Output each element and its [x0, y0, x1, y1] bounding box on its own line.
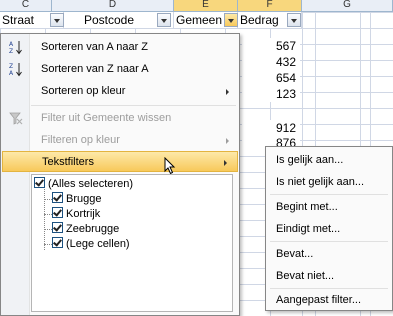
column-header-c[interactable]: C [0, 0, 52, 11]
submenu-arrow-icon [224, 160, 227, 166]
header-label-bedrag: Bedrag [240, 13, 279, 27]
cell-bedrag[interactable]: 654 [242, 70, 300, 86]
svg-text:Z: Z [9, 63, 13, 70]
menu-separator [270, 194, 388, 195]
tree-line [44, 229, 52, 230]
cell-bedrag[interactable]: 876 [242, 136, 300, 146]
value-label: Zeebrugge [66, 223, 120, 235]
menu-separator [270, 241, 388, 242]
custom-filter-item[interactable]: Aangepast filter... [276, 290, 361, 310]
sort-by-color-label: Sorteren op kleur [41, 85, 126, 97]
header-label-postcode: Postcode [84, 13, 135, 27]
tree-line [44, 244, 52, 245]
does-not-contain-item[interactable]: Bevat niet... [276, 266, 334, 286]
checkbox-checked-icon [52, 207, 63, 218]
text-filters-item[interactable]: Tekstfilters [2, 151, 238, 172]
submenu-arrow-icon [226, 138, 229, 144]
tree-line [44, 183, 45, 250]
checkbox-checked-icon [52, 222, 63, 233]
sort-z-to-a-label: Sorteren van Z naar A [41, 63, 149, 75]
value-label: Brugge [66, 193, 102, 205]
submenu-arrow-icon [226, 89, 229, 95]
clear-filter-icon [9, 112, 23, 126]
text-filters-label: Tekstfilters [42, 156, 94, 168]
tree-line [44, 199, 52, 200]
sort-descending-icon: ZA [9, 62, 23, 77]
svg-text:A: A [9, 70, 14, 77]
column-headers: C D E F G [0, 0, 393, 12]
autofilter-menu: AZ Sorteren van A naar Z ZA Sorteren van… [0, 33, 240, 316]
column-header-f[interactable]: F [238, 0, 302, 11]
svg-text:Z: Z [9, 48, 13, 55]
value-checkbox-brugge[interactable]: Brugge [52, 192, 101, 206]
sort-a-to-z-item[interactable]: AZ Sorteren van A naar Z [1, 37, 239, 58]
value-label: (Lege cellen) [66, 238, 130, 250]
menu-separator [31, 105, 236, 106]
filter-value-list[interactable]: (Alles selecteren) Brugge Kortrijk Zeebr… [31, 174, 233, 312]
clear-filter-label: Filter uit Gemeente wissen [41, 112, 172, 124]
header-label-straat: Straat [2, 13, 35, 27]
header-label-gemeente: Gemeen [176, 13, 223, 27]
svg-text:A: A [9, 41, 14, 48]
column-header-g[interactable]: G [302, 0, 393, 11]
clear-filter-item[interactable]: Filter uit Gemeente wissen [1, 108, 239, 129]
value-checkbox-blanks[interactable]: (Lege cellen) [52, 237, 130, 251]
filter-dropdown-straat[interactable] [50, 13, 64, 27]
ends-with-item[interactable]: Eindigt met... [276, 219, 340, 239]
mouse-pointer-icon [164, 157, 176, 175]
begins-with-item[interactable]: Begint met... [276, 197, 338, 217]
value-label: Kortrijk [66, 208, 101, 220]
filter-dropdown-bedrag[interactable] [287, 13, 301, 27]
tree-line [44, 214, 52, 215]
value-checkbox-zeebrugge[interactable]: Zeebrugge [52, 222, 119, 236]
filter-by-color-item[interactable]: Filteren op kleur [1, 130, 239, 151]
sort-by-color-item[interactable]: Sorteren op kleur [1, 81, 239, 102]
filter-dropdown-gemeente[interactable] [224, 13, 238, 27]
text-filters-submenu: Is gelijk aan... Is niet gelijk aan... B… [265, 146, 393, 311]
sort-ascending-icon: AZ [9, 40, 23, 55]
filter-by-color-label: Filteren op kleur [41, 134, 120, 146]
checkbox-checked-icon [52, 237, 63, 248]
sort-a-to-z-label: Sorteren van A naar Z [41, 41, 149, 53]
cell-bedrag[interactable]: 912 [242, 120, 300, 136]
cell-bedrag[interactable]: 567 [242, 38, 300, 54]
sort-z-to-a-item[interactable]: ZA Sorteren van Z naar A [1, 59, 239, 80]
filter-header-row: Straat Postcode Gemeen Bedrag [0, 12, 393, 29]
value-checkbox-kortrijk[interactable]: Kortrijk [52, 207, 100, 221]
select-all-label: (Alles selecteren) [48, 178, 133, 190]
column-header-d[interactable]: D [52, 0, 174, 11]
filter-dropdown-postcode[interactable] [157, 13, 171, 27]
column-header-e[interactable]: E [174, 0, 238, 11]
contains-item[interactable]: Bevat... [276, 244, 313, 264]
select-all-checkbox[interactable]: (Alles selecteren) [34, 177, 133, 191]
cell-bedrag[interactable]: 123 [242, 86, 300, 102]
menu-separator [270, 288, 388, 289]
equals-item[interactable]: Is gelijk aan... [276, 150, 343, 170]
checkbox-checked-icon [34, 177, 45, 188]
cell-bedrag[interactable]: 432 [242, 54, 300, 70]
checkbox-checked-icon [52, 192, 63, 203]
does-not-equal-item[interactable]: Is niet gelijk aan... [276, 172, 364, 192]
